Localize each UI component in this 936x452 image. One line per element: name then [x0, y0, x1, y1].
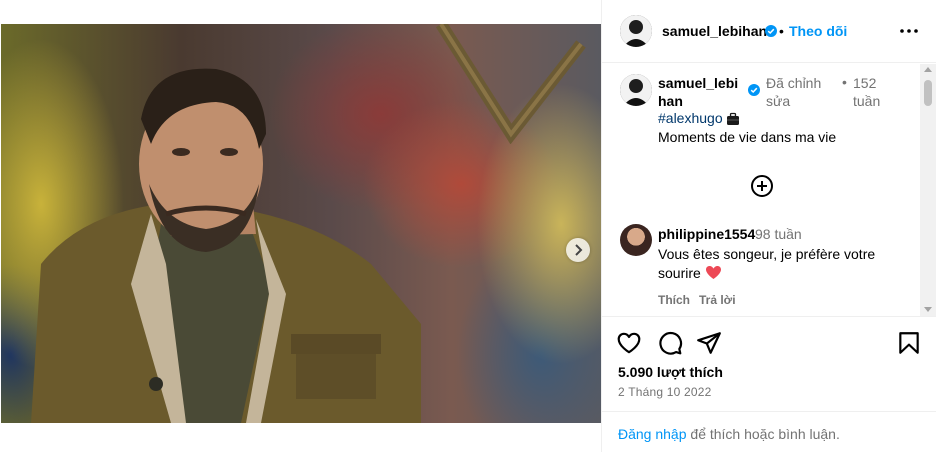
share-button[interactable] [696, 330, 722, 356]
comment-reply-button[interactable]: Trả lời [699, 293, 736, 307]
post-side-panel: samuel_lebihan • Theo dõi samuel_lebihan… [601, 0, 936, 452]
hashtag-link[interactable]: #alexhugo [658, 110, 723, 126]
post-actions: 5.090 lượt thích 2 Tháng 10 2022 [602, 316, 936, 411]
login-link[interactable]: Đăng nhập [618, 426, 687, 442]
avatar-image [620, 74, 652, 106]
post-photo[interactable] [1, 24, 601, 423]
commenter-username[interactable]: philippine1554 [658, 226, 755, 242]
scroll-up-arrow-icon[interactable] [924, 67, 932, 72]
share-icon [697, 332, 721, 354]
bookmark-icon [899, 332, 919, 354]
follow-button[interactable]: Theo dõi [789, 23, 847, 39]
more-options-button[interactable] [898, 20, 920, 42]
caption-timestamp[interactable]: 152 tuần [853, 74, 893, 110]
like-button[interactable] [616, 330, 642, 356]
header-separator: • [779, 23, 784, 39]
verified-badge-icon [748, 84, 760, 96]
heart-icon [617, 332, 641, 354]
load-more-comments-button[interactable] [750, 174, 774, 198]
scroll-thumb[interactable] [924, 80, 932, 106]
verified-badge-icon [765, 25, 777, 37]
author-username[interactable]: samuel_lebihan [662, 23, 767, 39]
login-prompt-rest: để thích hoặc bình luận. [686, 426, 840, 442]
post-date: 2 Tháng 10 2022 [618, 385, 712, 399]
save-button[interactable] [896, 330, 922, 356]
post-header: samuel_lebihan • Theo dõi [602, 0, 936, 63]
caption-text: Moments de vie dans ma vie [658, 129, 837, 145]
comment-text: Vous êtes songeur, je préfère votre sour… [658, 246, 876, 281]
more-options-icon [900, 29, 918, 33]
chevron-right-icon [575, 244, 583, 256]
comments-section[interactable]: samuel_lebihan Đã chỉnh sửa • 152 tuần #… [602, 64, 936, 316]
commenter-avatar[interactable] [620, 224, 652, 256]
red-heart-emoji-icon [705, 266, 721, 279]
add-circle-icon [751, 175, 773, 197]
next-slide-button[interactable] [566, 238, 590, 262]
comments-scrollbar[interactable] [920, 64, 936, 316]
comment-icon [659, 332, 683, 355]
login-prompt-text: Đăng nhập để thích hoặc bình luận. [618, 426, 840, 442]
comment-body: Vous êtes songeur, je préfère votre sour… [658, 245, 918, 283]
instagram-post-view: samuel_lebihan • Theo dõi samuel_lebihan… [0, 0, 936, 452]
comment-timestamp[interactable]: 98 tuần [755, 226, 802, 242]
comment-button[interactable] [657, 330, 683, 356]
avatar-image [620, 15, 652, 47]
likes-count[interactable]: 5.090 lượt thích [618, 364, 723, 380]
scroll-down-arrow-icon[interactable] [924, 307, 932, 312]
login-prompt: Đăng nhập để thích hoặc bình luận. [602, 411, 936, 452]
briefcase-emoji-icon [727, 112, 739, 125]
author-avatar[interactable] [620, 15, 652, 47]
caption-username[interactable]: samuel_lebihan [658, 74, 743, 110]
media-panel [0, 0, 601, 452]
caption-separator: • [842, 74, 847, 90]
caption-author-avatar[interactable] [620, 74, 652, 106]
edited-label: Đã chỉnh sửa [766, 75, 822, 109]
photo-subject [31, 68, 421, 423]
comment-like-button[interactable]: Thích [658, 293, 690, 307]
